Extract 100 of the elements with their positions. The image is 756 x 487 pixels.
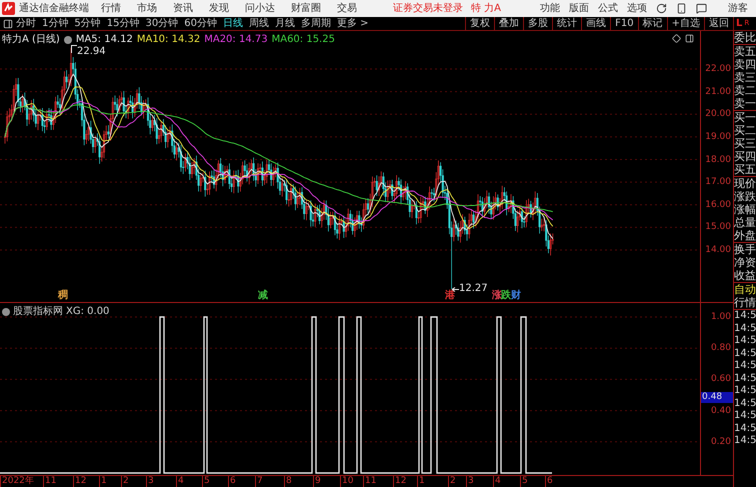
time-axis-label: 11 [43,476,56,487]
event-marker[interactable]: 财 [511,290,521,301]
period-tab[interactable]: 更多 > [336,16,369,31]
price-axis-label: 18.00 [705,154,731,164]
toolbar-button[interactable]: 标记 [638,17,667,30]
quote-label: 委比 [734,31,756,44]
price-axis-label: 16.00 [705,200,731,210]
quote-label: 涨跌 [734,190,756,203]
quote-label: 卖五 [734,45,756,58]
price-axis-label: 14.00 [705,245,731,255]
time-axis-label: 4 [176,476,184,487]
time-axis-label: 6 [545,476,553,487]
price-axis-label: 19.00 [705,132,731,142]
menu-item[interactable]: 行情 [101,2,121,14]
indicator-axis-label: 0.40 [710,406,731,416]
quote-label: 总量 [734,216,756,229]
trade-time: 14:5 [734,422,756,435]
chart-title: 特力A (日线) [2,32,60,47]
period-tab[interactable]: 日线 [222,16,243,31]
period-tab[interactable]: 1分钟 [42,16,68,31]
cursor-value-label: 0.48 [701,392,733,404]
quote-label: 换手 [734,243,756,256]
menu-item[interactable]: 交易 [337,2,357,14]
menu-item[interactable]: 版面 [569,2,589,14]
time-axis-label: 1 [417,476,425,487]
quote-label: 涨幅 [734,203,756,216]
app-title: 通达信金融终端 [19,2,89,14]
ma-legend: MA5: 14.12 [76,32,133,47]
toolbar-button[interactable]: 叠加 [494,17,524,30]
time-axis-label: 4 [493,476,501,487]
toolbar-button[interactable]: 画线 [581,17,610,30]
event-marker[interactable]: 跌 [501,290,511,301]
panel-toggle-icon[interactable] [3,18,13,28]
time-axis-label: 9 [313,476,321,487]
refresh-icon[interactable] [656,3,667,14]
time-axis-label: 5 [520,476,528,487]
menu-item[interactable]: 公式 [598,2,618,14]
time-axis-label: 12 [73,476,86,487]
period-tab[interactable]: 分时 [16,16,36,31]
phone-icon[interactable] [676,3,687,14]
period-tab[interactable]: 15分钟 [106,16,140,31]
period-tab[interactable]: 60分钟 [184,16,217,31]
menu-item[interactable]: 选项 [627,2,647,14]
time-axis-label: 5 [202,476,210,487]
price-axis-label: 22.00 [705,64,731,74]
trade-time: 14:5 [734,322,756,335]
price-axis-label: 17.00 [705,177,731,188]
ma-legend: MA10: 14.32 [136,32,200,47]
menu-item[interactable]: 发现 [209,2,229,14]
trade-time: 14:5 [734,348,756,360]
period-tab[interactable]: 5分钟 [74,16,101,31]
toolbar-button[interactable]: 返回 [704,17,733,30]
toolbar-button[interactable]: F10 [610,17,638,30]
message-icon[interactable] [696,3,707,14]
period-tab[interactable]: 多周期 [300,16,331,31]
toolbar-button[interactable]: 统计 [552,17,582,30]
time-axis-label: 2 [121,476,129,487]
indicator-value: XG: 0.00 [66,305,110,319]
time-axis-label: 2 [448,476,456,487]
quote-label: 卖二 [734,84,756,97]
quote-tab[interactable]: 行情 [734,296,756,310]
period-tab[interactable]: 月线 [274,16,295,31]
toolbar-button[interactable]: 多股 [523,17,552,30]
indicator-axis-label: 1.00 [710,312,731,322]
trade-time: 14:5 [734,410,756,422]
menu-item[interactable]: 财富圈 [291,2,321,14]
login-status[interactable]: 证券交易未登录 [393,2,463,14]
menu-item[interactable]: 功能 [540,2,560,14]
time-axis-label: 3 [466,476,474,487]
period-tab[interactable]: 周线 [248,16,269,31]
time-axis-label: 3 [146,476,154,487]
quote-label: 现价 [734,177,756,190]
event-marker[interactable]: 减 [258,290,268,301]
menu-item[interactable]: 市场 [137,2,157,14]
ma-legend: MA20: 14.73 [204,32,268,47]
menu-item[interactable]: 资讯 [173,2,193,14]
trade-time: 14:5 [734,398,756,410]
price-axis-label: 15.00 [705,222,731,232]
time-axis-label: 2022年 [0,476,34,487]
event-marker[interactable]: 港 [445,290,455,301]
menu-item[interactable]: 问小达 [245,2,275,14]
panel-icon[interactable] [685,34,694,43]
time-axis-label: 6 [228,476,236,487]
quote-label: 外盘 [734,229,756,242]
price-axis-label: 21.00 [705,86,731,97]
quote-label: 买二 [734,124,756,137]
toolbar-button[interactable]: +自选 [666,17,704,30]
user-label[interactable]: 游客 [728,2,748,14]
period-tab[interactable]: 30分钟 [145,16,178,31]
trade-time: 14:5 [734,360,756,372]
quote-label: 卖四 [734,58,756,71]
app-logo-icon [2,2,15,15]
auto-mode-tab[interactable]: 自动 [734,283,756,296]
low-price-label: 12.27 [459,284,488,294]
event-marker[interactable]: 稠 [58,290,68,301]
quote-label: 买五 [734,163,756,176]
toolbar-button[interactable]: 复权 [465,17,494,30]
time-axis-label: 12 [393,476,406,487]
diamond-icon[interactable] [672,34,681,43]
event-marker[interactable]: 涨 [492,290,502,301]
